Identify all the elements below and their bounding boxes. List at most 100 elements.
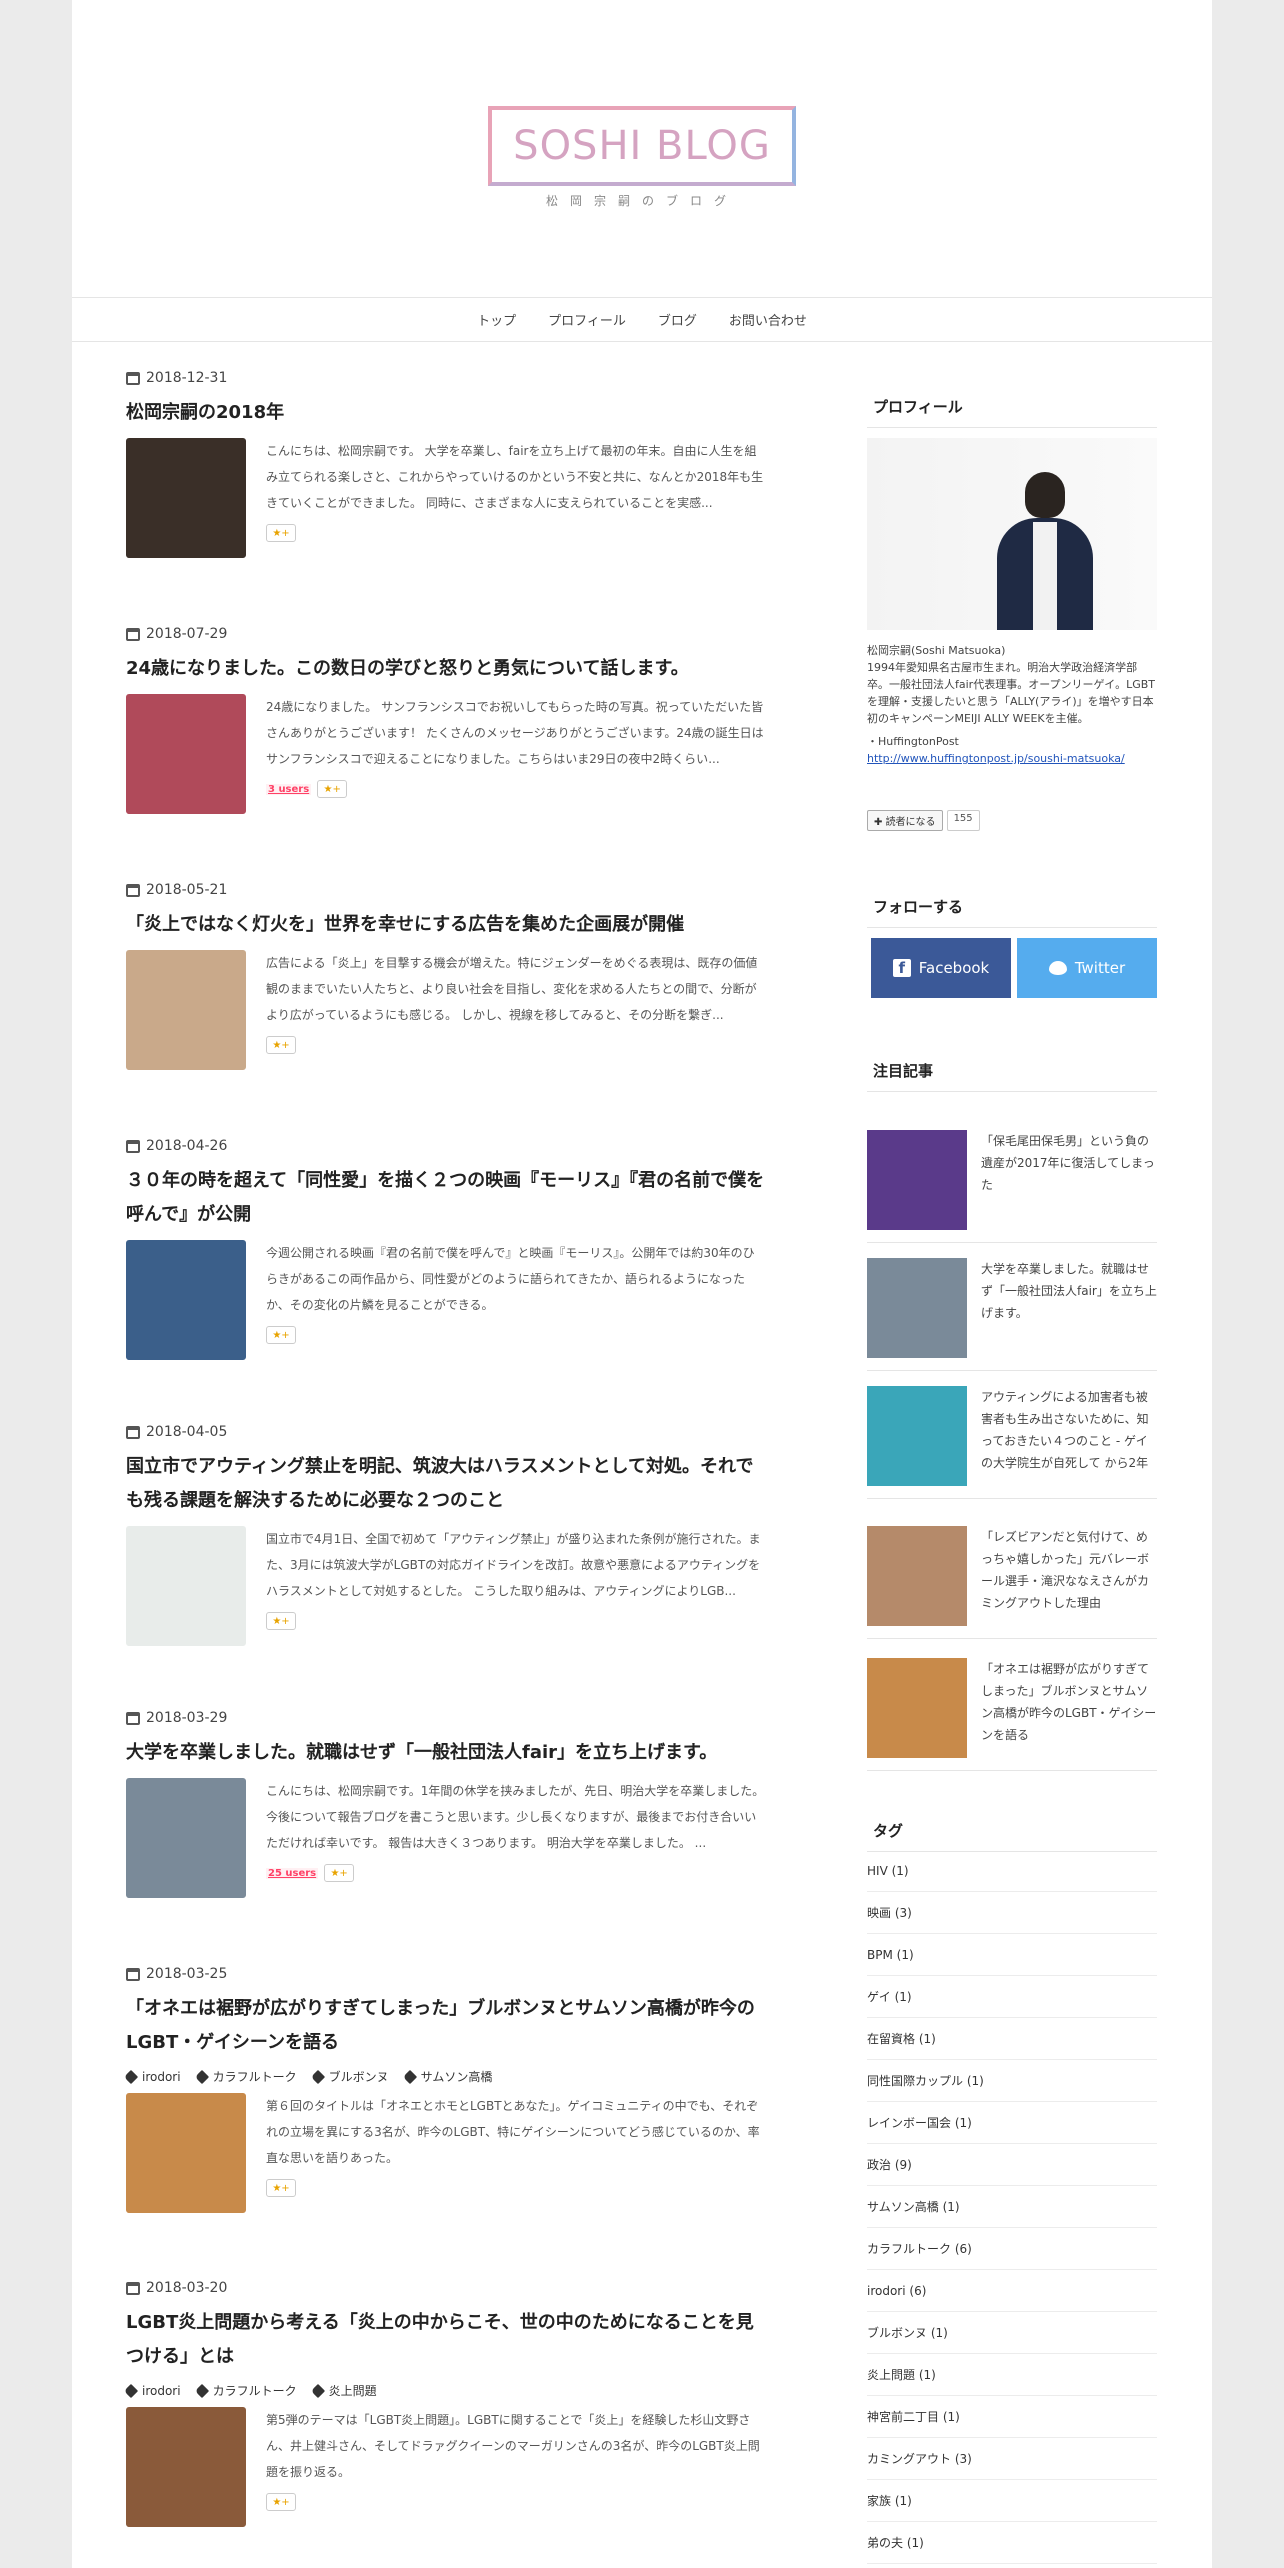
reader-widget: ✚ 読者になる 155	[867, 810, 980, 831]
featured-title[interactable]: 「オネエは裾野が広がりすぎてしまった」ブルボンヌとサムソン高橋が昨今のLGBT・…	[981, 1658, 1157, 1758]
entry-title[interactable]: 「オネエは裾野が広がりすぎてしまった」ブルボンヌとサムソン高橋が昨今のLGBT・…	[126, 1992, 766, 2060]
entry-tag-label: カラフルトーク	[212, 2384, 297, 2398]
nav-profile[interactable]: プロフィール	[548, 310, 626, 329]
featured-title[interactable]: アウティングによる加害者も被害者も生み出さないために、知っておきたい４つのこと …	[981, 1386, 1157, 1486]
entry-meta: 3 users ★+	[266, 780, 766, 798]
featured-item[interactable]: 大学を卒業しました。就職はせず「一般社団法人fair」を立ち上げます。	[867, 1258, 1157, 1358]
add-star-button[interactable]: ★+	[266, 524, 296, 542]
entry-tag[interactable]: irodori	[123, 2068, 181, 2085]
entry-thumbnail[interactable]	[126, 438, 246, 558]
entry-title[interactable]: LGBT炎上問題から考える「炎上の中からこそ、世の中のためになることを見つける」…	[126, 2306, 766, 2374]
tag-link[interactable]: HIV (1)	[867, 1850, 1157, 1892]
tag-link[interactable]: サムソン高橋 (1)	[867, 2186, 1157, 2228]
featured-thumbnail[interactable]	[867, 1130, 967, 1230]
nav-contact[interactable]: お問い合わせ	[729, 310, 807, 329]
nav-top[interactable]: トップ	[477, 310, 516, 329]
entry-date: 2018-04-05	[126, 1424, 766, 1440]
entry-tag[interactable]: ブルボンヌ	[310, 2068, 389, 2085]
bookmark-users[interactable]: 25 users	[266, 1867, 319, 1879]
entry-body: 今週公開される映画『君の名前で僕を呼んで』と映画『モーリス』。公開年では約30年…	[126, 1240, 766, 1360]
entry-body: 24歳になりました。 サンフランシスコでお祝いしてもらった時の写真。祝っていただ…	[126, 694, 766, 814]
entry-thumbnail[interactable]	[126, 694, 246, 814]
entry-body: こんにちは、松岡宗嗣です。 大学を卒業し、fairを立ち上げて最初の年末。自由に…	[126, 438, 766, 558]
tag-link[interactable]: 家族 (1)	[867, 2480, 1157, 2522]
tag-link[interactable]: レインボー国会 (1)	[867, 2102, 1157, 2144]
calendar-icon	[126, 2281, 140, 2295]
entry-date-text: 2018-07-29	[146, 626, 228, 642]
entry-excerpt: 国立市で4月1日、全国で初めて「アウティング禁止」が盛り込まれた条例が施行された…	[266, 1532, 761, 1598]
facebook-follow-button[interactable]: f Facebook	[871, 938, 1011, 998]
add-star-button[interactable]: ★+	[266, 2493, 296, 2511]
entry-thumbnail[interactable]	[126, 2093, 246, 2213]
featured-thumbnail[interactable]	[867, 1386, 967, 1486]
entry-title[interactable]: 「炎上ではなく灯火を」世界を幸せにする広告を集めた企画展が開催	[126, 908, 766, 942]
add-star-button[interactable]: ★+	[266, 1612, 296, 1630]
twitter-follow-button[interactable]: Twitter	[1017, 938, 1157, 998]
entry-tag[interactable]: サムソン高橋	[402, 2068, 492, 2085]
entry-title[interactable]: 24歳になりました。この数日の学びと怒りと勇気について話します。	[126, 652, 766, 686]
entry-thumbnail[interactable]	[126, 1526, 246, 1646]
tag-link[interactable]: BPM (1)	[867, 1934, 1157, 1976]
bookmark-users[interactable]: 3 users	[266, 783, 312, 795]
nav-blog[interactable]: ブログ	[658, 310, 697, 329]
entry-tag-label: irodori	[142, 2383, 181, 2398]
entry: 2018-12-31 松岡宗嗣の2018年 こんにちは、松岡宗嗣です。 大学を卒業し…	[126, 370, 766, 558]
blog-subtitle: 松岡宗嗣のブログ	[545, 194, 738, 208]
featured-item[interactable]: アウティングによる加害者も被害者も生み出さないために、知っておきたい４つのこと …	[867, 1386, 1157, 1486]
featured-thumbnail[interactable]	[867, 1658, 967, 1758]
featured-thumbnail[interactable]	[867, 1526, 967, 1626]
subscribe-button[interactable]: ✚ 読者になる	[867, 810, 943, 831]
entry-tag[interactable]: カラフルトーク	[194, 2068, 297, 2085]
tag-link[interactable]: 神宮前二丁目 (1)	[867, 2396, 1157, 2438]
tag-icon	[123, 2069, 139, 2084]
entry-thumbnail[interactable]	[126, 950, 246, 1070]
featured-title[interactable]: 「レズビアンだと気付けて、めっちゃ嬉しかった」元バレーボール選手・滝沢ななえさん…	[981, 1526, 1157, 1626]
featured-item[interactable]: 「オネエは裾野が広がりすぎてしまった」ブルボンヌとサムソン高橋が昨今のLGBT・…	[867, 1658, 1157, 1758]
entry-thumbnail[interactable]	[126, 1778, 246, 1898]
entry-title[interactable]: ３０年の時を超えて「同性愛」を描く２つの映画『モーリス』『君の名前で僕を呼んで』…	[126, 1164, 766, 1232]
tag-link[interactable]: 同性国際カップル (1)	[867, 2060, 1157, 2102]
entry-date: 2018-03-25	[126, 1966, 766, 1982]
add-star-button[interactable]: ★+	[317, 780, 348, 798]
entry-excerpt: こんにちは、松岡宗嗣です。1年間の休学を挟みましたが、先日、明治大学を卒業しまし…	[266, 1784, 765, 1850]
entry-tag[interactable]: カラフルトーク	[194, 2382, 297, 2399]
tag-link[interactable]: 映画 (3)	[867, 1892, 1157, 1934]
entry-tags: irodori カラフルトーク 炎上問題	[123, 2382, 766, 2399]
featured-title[interactable]: 大学を卒業しました。就職はせず「一般社団法人fair」を立ち上げます。	[981, 1258, 1157, 1358]
entry-meta: ★+	[266, 2179, 766, 2197]
subscribe-label: 読者になる	[885, 817, 936, 828]
entry-meta: ★+	[266, 2493, 766, 2511]
tag-link[interactable]: 炎上問題 (1)	[867, 2354, 1157, 2396]
tag-link[interactable]: ゲイ (1)	[867, 1976, 1157, 2018]
tag-link[interactable]: 政治 (9)	[867, 2144, 1157, 2186]
add-star-button[interactable]: ★+	[266, 1326, 296, 1344]
tag-link[interactable]: ブルボンヌ (1)	[867, 2312, 1157, 2354]
featured-title[interactable]: 「保毛尾田保毛男」という負の遺産が2017年に復活してしまった	[981, 1130, 1157, 1230]
entry-body: 国立市で4月1日、全国で初めて「アウティング禁止」が盛り込まれた条例が施行された…	[126, 1526, 766, 1646]
entry: 2018-03-29 大学を卒業しました。就職はせず「一般社団法人fair」を立ち…	[126, 1710, 766, 1898]
entry-tag[interactable]: irodori	[123, 2382, 181, 2399]
tag-link[interactable]: irodori (6)	[867, 2270, 1157, 2312]
tag-link[interactable]: 在留資格 (1)	[867, 2018, 1157, 2060]
entry-thumbnail[interactable]	[126, 2407, 246, 2527]
featured-item[interactable]: 「レズビアンだと気付けて、めっちゃ嬉しかった」元バレーボール選手・滝沢ななえさん…	[867, 1526, 1157, 1626]
add-star-button[interactable]: ★+	[324, 1864, 355, 1882]
entry-title[interactable]: 国立市でアウティング禁止を明記、筑波大はハラスメントとして対処。それでも残る課題…	[126, 1450, 766, 1518]
tag-link[interactable]: 弟の夫 (1)	[867, 2522, 1157, 2564]
tag-icon	[194, 2383, 209, 2398]
blog-logo[interactable]: SOSHI BLOG	[488, 106, 796, 186]
featured-item[interactable]: 「保毛尾田保毛男」という負の遺産が2017年に復活してしまった	[867, 1130, 1157, 1230]
tag-link[interactable]: カラフルトーク (6)	[867, 2228, 1157, 2270]
entry-title[interactable]: 松岡宗嗣の2018年	[126, 396, 766, 430]
entry-title[interactable]: 大学を卒業しました。就職はせず「一般社団法人fair」を立ち上げます。	[126, 1736, 766, 1770]
tags-heading: タグ	[867, 1814, 1157, 1852]
entry-thumbnail[interactable]	[126, 1240, 246, 1360]
add-star-button[interactable]: ★+	[266, 2179, 296, 2197]
tag-link[interactable]: カミングアウト (3)	[867, 2438, 1157, 2480]
entry-date-text: 2018-03-20	[146, 2280, 228, 2296]
featured-thumbnail[interactable]	[867, 1258, 967, 1358]
add-star-button[interactable]: ★+	[266, 1036, 296, 1054]
entry-tag[interactable]: 炎上問題	[310, 2382, 377, 2399]
profile-huffpost-link[interactable]: http://www.huffingtonpost.jp/soushi-mats…	[867, 752, 1125, 765]
featured-heading: 注目記事	[867, 1054, 1157, 1092]
